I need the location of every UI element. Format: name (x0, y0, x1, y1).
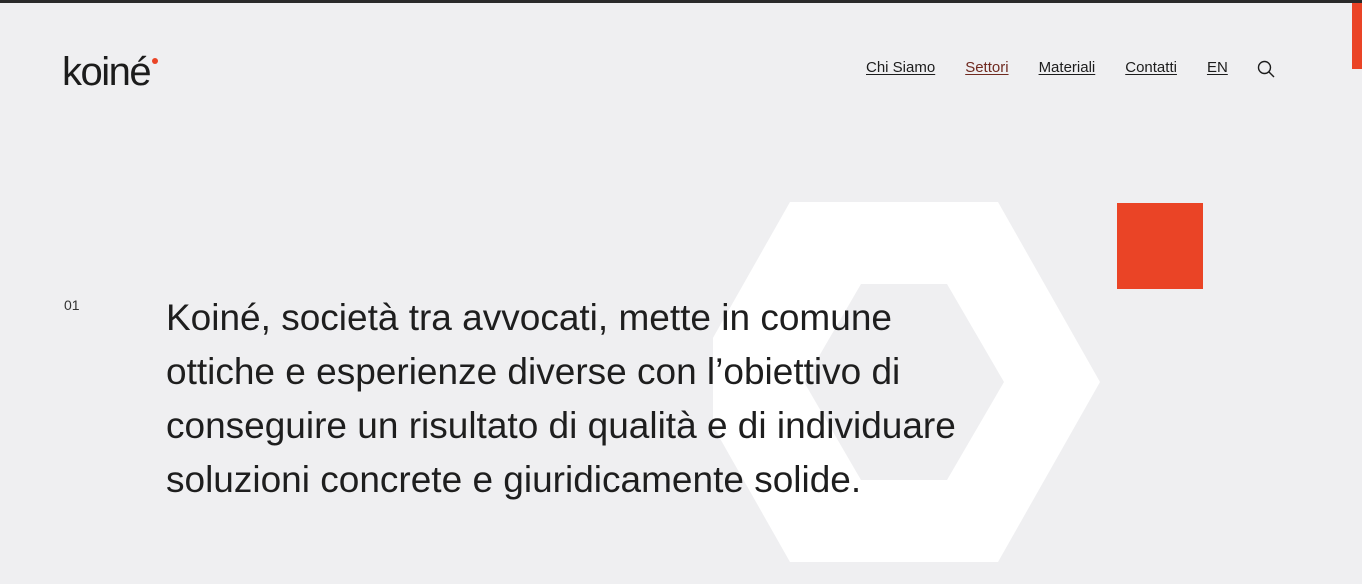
intro-paragraph: Koiné, società tra avvocati, mette in co… (166, 297, 956, 500)
language-switch-en[interactable]: EN (1207, 59, 1228, 76)
nav-item-contatti[interactable]: Contatti (1125, 59, 1177, 76)
main-nav: Chi Siamo Settori Materiali Contatti EN (866, 55, 1276, 79)
top-border (0, 0, 1362, 3)
scroll-indicator (1352, 3, 1362, 69)
section-number: 01 (64, 297, 80, 313)
nav-item-settori[interactable]: Settori (965, 59, 1008, 76)
search-icon[interactable] (1256, 59, 1276, 79)
logo-accent-dot (152, 58, 158, 64)
logo[interactable]: koiné (62, 48, 152, 96)
nav-item-materiali[interactable]: Materiali (1039, 59, 1096, 76)
accent-square (1117, 203, 1203, 289)
nav-item-chi-siamo[interactable]: Chi Siamo (866, 59, 935, 76)
